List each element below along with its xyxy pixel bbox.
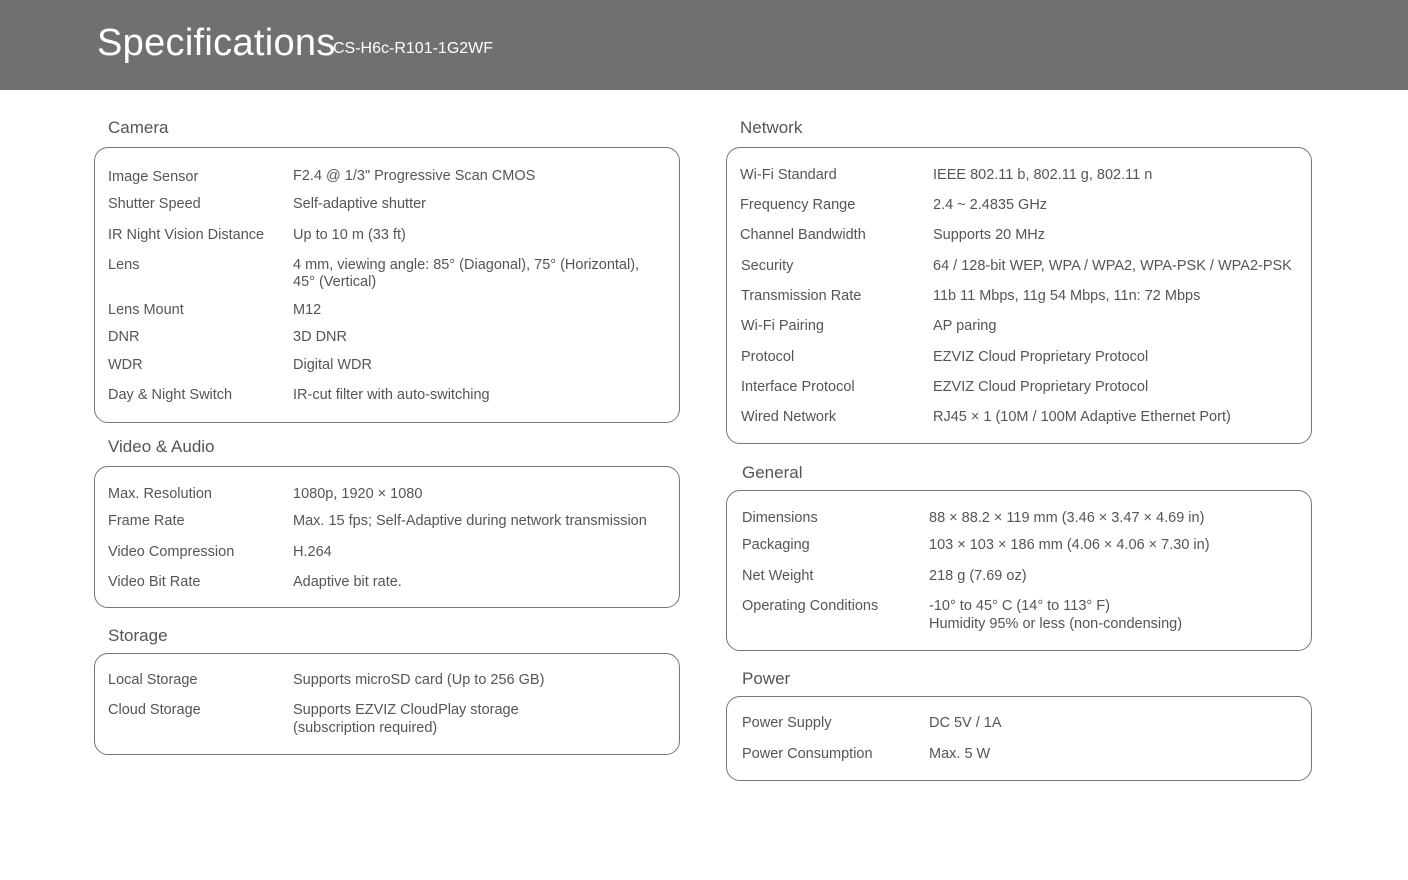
spec-value: Self-adaptive shutter xyxy=(293,196,426,212)
spec-label: Video Bit Rate xyxy=(108,574,201,590)
spec-label: Wi-Fi Standard xyxy=(740,167,837,183)
spec-value: M12 xyxy=(293,302,322,318)
spec-label: Net Weight xyxy=(742,568,814,584)
spec-value: Supports EZVIZ CloudPlay storage xyxy=(293,702,519,718)
spec-value-line2: 45° (Vertical) xyxy=(293,274,377,290)
spec-value: -10° to 45° C (14° to 113° F) xyxy=(929,598,1110,614)
spec-value: Digital WDR xyxy=(293,357,372,373)
spec-label: Video Compression xyxy=(108,544,235,560)
spec-label: WDR xyxy=(108,357,143,373)
spec-value: RJ45 × 1 (10M / 100M Adaptive Ethernet P… xyxy=(933,409,1231,425)
spec-value: 64 / 128-bit WEP, WPA / WPA2, WPA-PSK / … xyxy=(933,258,1292,274)
spec-value: Max. 15 fps; Self-Adaptive during networ… xyxy=(293,513,647,529)
spec-label: Lens xyxy=(108,257,140,273)
spec-value: F2.4 @ 1/3" Progressive Scan CMOS xyxy=(293,168,536,184)
spec-label: Interface Protocol xyxy=(741,379,855,395)
spec-label: Lens Mount xyxy=(108,302,184,318)
spec-value: IEEE 802.11 b, 802.11 g, 802.11 n xyxy=(933,167,1153,183)
video-audio-spec-box: Max. Resolution 1080p, 1920 × 1080 Frame… xyxy=(94,466,680,608)
network-spec-box: Wi-Fi Standard IEEE 802.11 b, 802.11 g, … xyxy=(726,147,1312,444)
spec-label: Security xyxy=(741,258,794,274)
spec-label: IR Night Vision Distance xyxy=(108,227,265,243)
spec-label: Frame Rate xyxy=(108,513,185,529)
general-spec-box: Dimensions 88 × 88.2 × 119 mm (3.46 × 3.… xyxy=(726,490,1312,651)
page-title: Specifications xyxy=(97,22,336,64)
spec-label: Day & Night Switch xyxy=(108,387,233,403)
spec-label: Shutter Speed xyxy=(108,196,201,212)
spec-label: DNR xyxy=(108,329,140,345)
general-section-title: General xyxy=(742,463,803,482)
spec-value: 88 × 88.2 × 119 mm (3.46 × 3.47 × 4.69 i… xyxy=(929,510,1205,526)
power-section-title: Power xyxy=(742,669,791,688)
spec-label: Protocol xyxy=(741,349,795,365)
spec-label: Operating Conditions xyxy=(742,598,879,614)
spec-value: EZVIZ Cloud Proprietary Protocol xyxy=(933,349,1149,365)
spec-label: Channel Bandwidth xyxy=(740,227,866,243)
spec-label: Power Supply xyxy=(742,715,832,731)
camera-spec-box: Image Sensor F2.4 @ 1/3" Progressive Sca… xyxy=(94,147,680,423)
spec-label: Transmission Rate xyxy=(741,288,862,304)
spec-value: DC 5V / 1A xyxy=(929,715,1002,731)
spec-label: Image Sensor xyxy=(108,169,199,185)
spec-value: IR-cut filter with auto-switching xyxy=(293,387,490,403)
spec-value: Supports 20 MHz xyxy=(933,227,1046,243)
model-number: CS-H6c-R101-1G2WF xyxy=(333,40,494,57)
spec-label: Max. Resolution xyxy=(108,486,212,502)
video-audio-section-title: Video & Audio xyxy=(108,437,215,456)
spec-label: Frequency Range xyxy=(740,197,856,213)
spec-value: 4 mm, viewing angle: 85° (Diagonal), 75°… xyxy=(293,257,640,273)
spec-value-line2: Humidity 95% or less (non-condensing) xyxy=(929,616,1183,632)
spec-value: 2.4 ~ 2.4835 GHz xyxy=(933,197,1048,213)
spec-value-line2: (subscription required) xyxy=(293,720,438,736)
spec-value: 218 g (7.69 oz) xyxy=(929,568,1027,584)
spec-value: Max. 5 W xyxy=(929,746,991,762)
spec-label: Packaging xyxy=(742,537,810,553)
spec-value: 11b 11 Mbps, 11g 54 Mbps, 11n: 72 Mbps xyxy=(933,288,1201,304)
spec-label: Dimensions xyxy=(742,510,818,526)
spec-value: H.264 xyxy=(293,544,332,560)
spec-label: Cloud Storage xyxy=(108,702,201,718)
spec-value: EZVIZ Cloud Proprietary Protocol xyxy=(933,379,1149,395)
power-spec-box: Power Supply DC 5V / 1A Power Consumptio… xyxy=(726,696,1312,781)
spec-label: Local Storage xyxy=(108,672,198,688)
spec-label: Wi-Fi Pairing xyxy=(741,318,824,334)
header-bar: Specifications CS-H6c-R101-1G2WF xyxy=(0,0,1408,90)
spec-value: Adaptive bit rate. xyxy=(293,574,402,590)
network-section-title: Network xyxy=(740,118,803,137)
spec-label: Wired Network xyxy=(741,409,837,425)
spec-value: 103 × 103 × 186 mm (4.06 × 4.06 × 7.30 i… xyxy=(929,537,1210,553)
spec-value: 1080p, 1920 × 1080 xyxy=(293,486,423,502)
spec-value: 3D DNR xyxy=(293,329,347,345)
spec-value: AP paring xyxy=(933,318,997,334)
storage-section-title: Storage xyxy=(108,626,168,645)
spec-value: Up to 10 m (33 ft) xyxy=(293,227,406,243)
spec-value: Supports microSD card (Up to 256 GB) xyxy=(293,672,545,688)
spec-label: Power Consumption xyxy=(742,746,873,762)
camera-section-title: Camera xyxy=(108,118,169,137)
storage-spec-box: Local Storage Supports microSD card (Up … xyxy=(94,653,680,755)
